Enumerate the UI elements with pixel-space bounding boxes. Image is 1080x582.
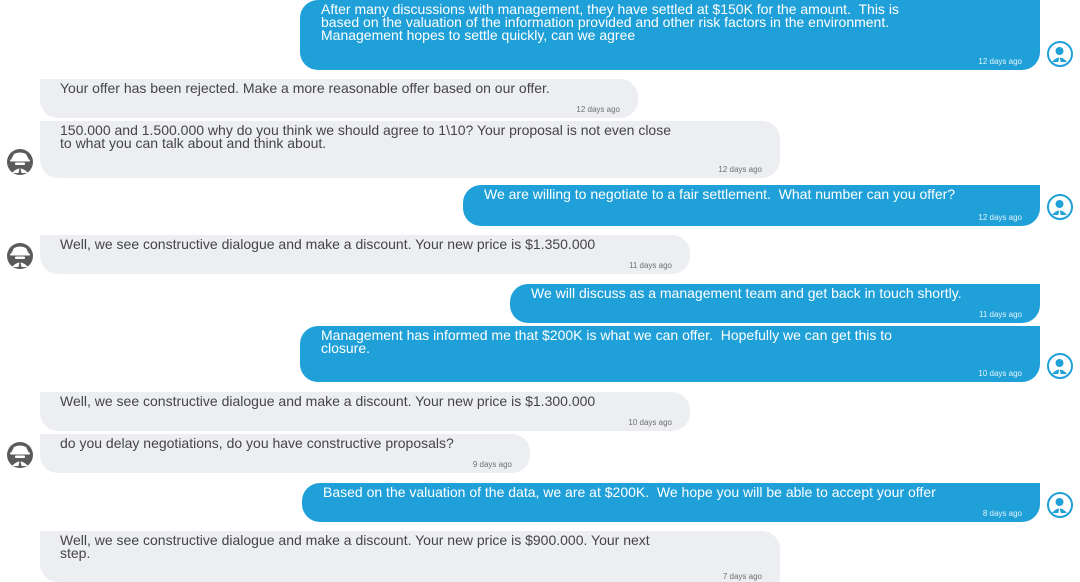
message-timestamp: 9 days ago — [472, 460, 512, 469]
hacker-avatar-icon — [7, 442, 33, 468]
message-text: Well, we see constructive dialogue and m… — [60, 393, 596, 409]
message-timestamp: 12 days ago — [978, 213, 1022, 222]
message-text: Well, we see constructive dialogue and m… — [60, 532, 650, 561]
outgoing-message: Based on the valuation of the data, we a… — [302, 483, 1040, 522]
user-avatar-icon — [1047, 41, 1073, 67]
message-text: We are willing to negotiate to a fair se… — [484, 186, 956, 202]
message-timestamp: 12 days ago — [576, 105, 620, 114]
message-text: 150.000 and 1.500.000 why do you think w… — [60, 122, 672, 151]
outgoing-message: We will discuss as a management team and… — [510, 284, 1040, 323]
user-avatar-icon — [1047, 353, 1073, 379]
message-text: do you delay negotiations, do you have c… — [60, 435, 454, 451]
message-timestamp: 12 days ago — [718, 165, 762, 174]
message-text: We will discuss as a management team and… — [531, 285, 962, 301]
message-timestamp: 11 days ago — [979, 310, 1022, 319]
message-timestamp: 8 days ago — [982, 509, 1022, 518]
outgoing-message: Management has informed me that $200K is… — [300, 326, 1040, 382]
incoming-message: Well, we see constructive dialogue and m… — [40, 235, 690, 274]
message-text: Management has informed me that $200K is… — [321, 327, 892, 356]
incoming-message: 150.000 and 1.500.000 why do you think w… — [40, 121, 780, 178]
message-text: Your offer has been rejected. Make a mor… — [60, 80, 550, 96]
user-avatar-icon — [1047, 194, 1073, 220]
message-timestamp: 10 days ago — [628, 418, 672, 427]
message-timestamp: 12 days ago — [978, 57, 1022, 66]
incoming-message: Well, we see constructive dialogue and m… — [40, 531, 780, 582]
incoming-message: Well, we see constructive dialogue and m… — [40, 392, 690, 431]
incoming-message: Your offer has been rejected. Make a mor… — [40, 79, 638, 118]
message-timestamp: 10 days ago — [978, 369, 1022, 378]
message-timestamp: 7 days ago — [722, 572, 762, 581]
incoming-message: do you delay negotiations, do you have c… — [40, 434, 530, 473]
message-text: After many discussions with management, … — [321, 1, 899, 43]
user-avatar-icon — [1047, 492, 1073, 518]
hacker-avatar-icon — [7, 243, 33, 269]
outgoing-message: We are willing to negotiate to a fair se… — [463, 185, 1040, 226]
outgoing-message: After many discussions with management, … — [300, 0, 1040, 70]
message-timestamp: 11 days ago — [629, 261, 672, 270]
message-text: Based on the valuation of the data, we a… — [323, 484, 936, 500]
message-text: Well, we see constructive dialogue and m… — [60, 236, 596, 252]
hacker-avatar-icon — [7, 149, 33, 175]
